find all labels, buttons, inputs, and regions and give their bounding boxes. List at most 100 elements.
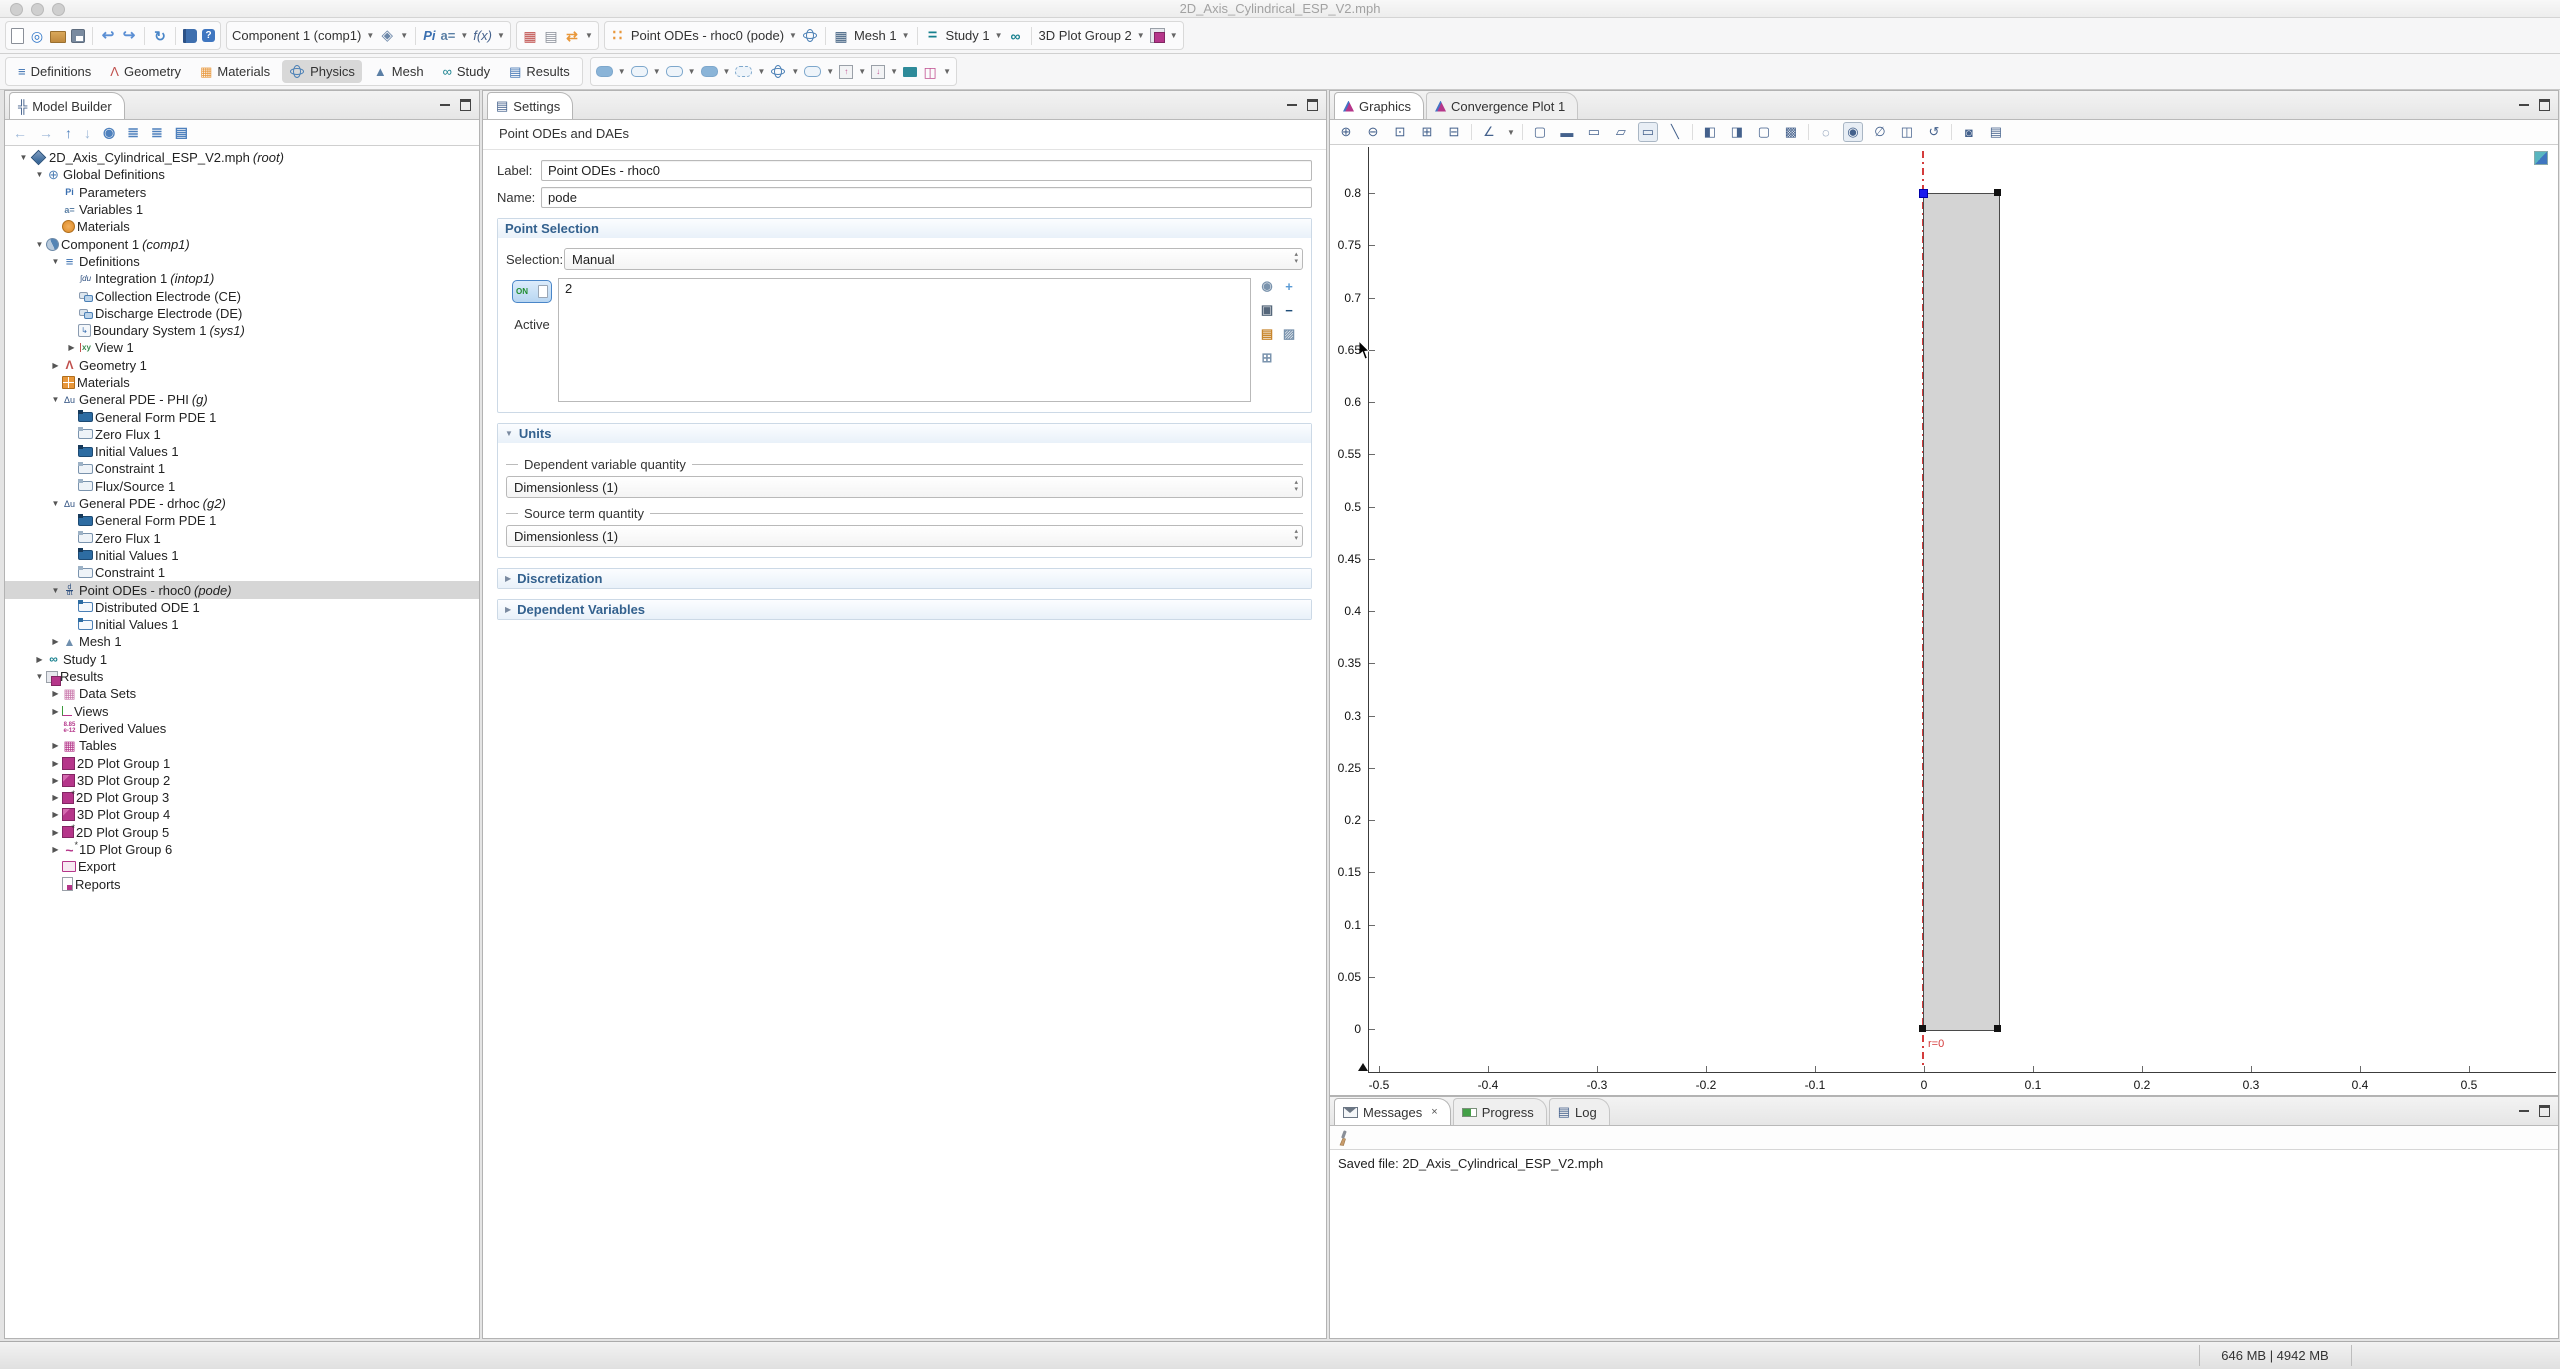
tree-node[interactable]: Boundary System 1(sys1) — [5, 322, 479, 339]
maximize-panel-icon[interactable] — [1307, 99, 1318, 111]
tree-node[interactable]: Distributed ODE 1 — [5, 599, 479, 616]
mesh-select-button[interactable]: Mesh 1▼ — [854, 28, 910, 43]
tree-node[interactable]: ▶2D Plot Group 3 — [5, 789, 479, 806]
vertex-point[interactable] — [1919, 1025, 1926, 1032]
tree-node[interactable]: Constraint 1 — [5, 460, 479, 477]
point-selection-header[interactable]: Point Selection — [498, 219, 1311, 238]
select-box-icon[interactable]: ▢ — [1754, 122, 1774, 142]
tree-node[interactable]: Materials — [5, 218, 479, 235]
auxiliary-folder-button[interactable] — [903, 67, 917, 77]
show-icon[interactable]: ◉ — [103, 124, 115, 141]
expand-arrow-icon[interactable]: ▶ — [49, 689, 62, 698]
global-node-button[interactable]: ▼ — [804, 66, 834, 77]
discretization-header[interactable]: ▶ Discretization — [498, 569, 1311, 588]
outline-mode-icon[interactable]: ▭ — [1638, 122, 1658, 142]
tree-node[interactable]: ▼General PDE - PHI(g) — [5, 391, 479, 408]
minimize-panel-icon[interactable] — [440, 104, 450, 106]
add-plot-group-button[interactable]: ▼ — [1150, 28, 1178, 43]
expand-arrow-icon[interactable]: ▶ — [49, 776, 62, 785]
expand-arrow-icon[interactable]: ▶ — [49, 845, 62, 854]
tree-node[interactable]: Integration 1(intop1) — [5, 270, 479, 287]
dependent-quantity-dropdown[interactable]: Dimensionless (1) ▴▾ — [506, 476, 1303, 498]
tree-node[interactable]: Constraint 1 — [5, 564, 479, 581]
expand-arrow-icon[interactable]: ▶ — [49, 759, 62, 768]
minimize-panel-icon[interactable] — [1287, 104, 1297, 106]
pairs-node-2-button[interactable]: ▼ — [735, 66, 765, 77]
tree-node[interactable]: ▶View 1 — [5, 339, 479, 356]
domains-node-button[interactable]: ▼ — [596, 66, 626, 77]
open-file-button[interactable] — [50, 28, 66, 43]
tab-materials[interactable]: ▦Materials — [193, 60, 277, 84]
wireframe-icon[interactable]: ▱ — [1611, 122, 1631, 142]
new-file-button[interactable] — [11, 28, 24, 44]
maximize-panel-icon[interactable] — [2539, 1105, 2550, 1117]
print-icon[interactable]: ▤ — [1986, 122, 2006, 142]
application-libraries-button[interactable] — [183, 29, 197, 43]
tab-study[interactable]: ∞Study — [436, 60, 498, 83]
import-material-button[interactable] — [543, 28, 559, 43]
tree-node[interactable]: Reports — [5, 875, 479, 892]
collapse-arrow-icon[interactable]: ▼ — [49, 499, 62, 508]
node-text-icon[interactable]: ▤ — [175, 124, 188, 141]
tree-node[interactable]: General Form PDE 1 — [5, 512, 479, 529]
graphics-canvas[interactable]: r=0 -0.5-0.4-0.3-0.2-0.100.10.20.30.40.5… — [1330, 145, 2558, 1095]
source-quantity-dropdown[interactable]: Dimensionless (1) ▴▾ — [506, 525, 1303, 547]
paste-selection-icon[interactable]: ▤ — [1259, 326, 1275, 342]
move-down-icon[interactable]: ↓ — [84, 125, 91, 141]
add-to-selection-icon[interactable]: + — [1281, 278, 1297, 294]
tree-node[interactable]: ▶Views — [5, 703, 479, 720]
tree-node[interactable]: Discharge Electrode (DE) — [5, 305, 479, 322]
clear-selection-icon[interactable]: ▨ — [1281, 326, 1297, 342]
tree-node[interactable]: Initial Values 1 — [5, 547, 479, 564]
show-selected-only-icon[interactable]: ◫ — [1897, 122, 1917, 142]
tab-convergence-plot[interactable]: Convergence Plot 1 — [1426, 92, 1578, 119]
expand-arrow-icon[interactable]: ▶ — [49, 793, 62, 802]
expand-all-icon[interactable]: ≣ — [151, 124, 163, 141]
selection-list-item[interactable]: 2 — [565, 281, 1244, 296]
hide-selected-icon[interactable]: ∅ — [1870, 122, 1890, 142]
image-effects-icon[interactable]: ▢ — [1530, 122, 1550, 142]
collapse-arrow-icon[interactable]: ▼ — [33, 240, 46, 249]
tree-node[interactable]: ▶Mesh 1 — [5, 633, 479, 650]
component-select-button[interactable]: Component 1 (comp1)▼ — [232, 28, 374, 43]
add-component-button[interactable]: ▼ — [379, 28, 408, 43]
active-toggle[interactable]: ON — [512, 280, 552, 303]
tree-node[interactable]: Collection Electrode (CE) — [5, 287, 479, 304]
copy-selection-icon[interactable]: ▣ — [1259, 302, 1275, 318]
remove-from-selection-icon[interactable]: − — [1281, 302, 1297, 318]
help-button[interactable] — [202, 29, 215, 42]
expand-arrow-icon[interactable]: ▶ — [49, 810, 62, 819]
tree-node[interactable]: Derived Values — [5, 720, 479, 737]
tree-node[interactable]: Parameters — [5, 184, 479, 201]
add-material-button[interactable] — [522, 28, 538, 43]
tree-node[interactable]: ▶3D Plot Group 4 — [5, 806, 479, 823]
tab-results[interactable]: ▤Results — [502, 60, 577, 84]
parameters-button[interactable]: Pi — [423, 28, 435, 43]
scene-back-icon[interactable]: ◨ — [1727, 122, 1747, 142]
undo-button[interactable] — [100, 28, 116, 43]
tree-node[interactable]: ▶1D Plot Group 6 — [5, 841, 479, 858]
scene-front-icon[interactable]: ◧ — [1700, 122, 1720, 142]
tab-log[interactable]: Log — [1549, 1098, 1610, 1125]
edges-node-button[interactable]: ▼ — [701, 66, 731, 77]
reset-hiding-icon[interactable]: ↺ — [1924, 122, 1944, 142]
label-input[interactable]: Point ODEs - rhoc0 — [541, 160, 1312, 181]
zoom-out-icon[interactable]: ⊖ — [1363, 122, 1383, 142]
activate-selection-icon[interactable]: ◉ — [1259, 278, 1275, 294]
plot-group-select-button[interactable]: 3D Plot Group 2▼ — [1039, 28, 1145, 43]
zoom-selected-icon[interactable]: ⊟ — [1444, 122, 1464, 142]
clear-messages-icon[interactable] — [1336, 1129, 1351, 1146]
tree-node[interactable]: ▶2D Plot Group 1 — [5, 754, 479, 771]
minimize-panel-icon[interactable] — [2519, 1110, 2529, 1112]
tab-settings[interactable]: Settings — [487, 92, 573, 119]
show-all-icon[interactable]: ◉ — [1843, 122, 1863, 142]
vertex-point[interactable] — [1994, 189, 2001, 196]
expand-arrow-icon[interactable]: ▶ — [65, 343, 78, 352]
tree-node[interactable]: Zero Flux 1 — [5, 426, 479, 443]
tree-node[interactable]: ▶3D Plot Group 2 — [5, 772, 479, 789]
collapse-all-icon[interactable]: ≣ — [127, 124, 139, 141]
tab-progress[interactable]: Progress — [1453, 1098, 1547, 1125]
tree-node[interactable]: ▼Component 1(comp1) — [5, 235, 479, 252]
physics-atom-button[interactable]: ▼ — [770, 64, 799, 79]
collapse-arrow-icon[interactable]: ▼ — [33, 672, 46, 681]
